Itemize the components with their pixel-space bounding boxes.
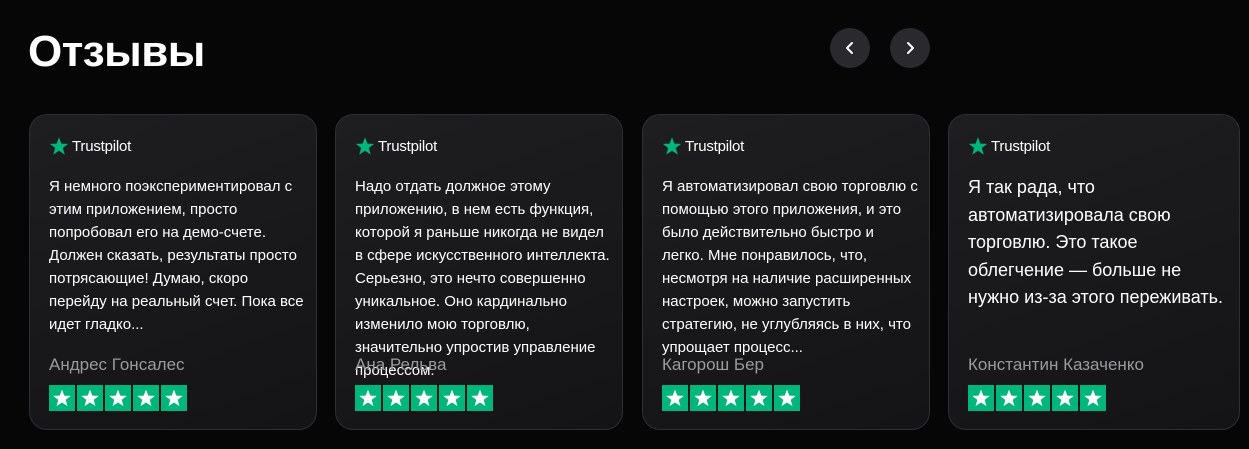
review-author: Кагорош Бер (662, 355, 764, 374)
trustpilot-label: Trustpilot (685, 137, 745, 155)
rating-star-icon (77, 385, 103, 411)
rating-star-icon (411, 385, 437, 411)
rating-star-icon (467, 385, 493, 411)
rating-star-icon (1052, 385, 1078, 411)
review-text: Я автоматизировал свою торговлю с помощь… (662, 178, 918, 356)
review-author: Андрес Гонсалес (49, 355, 185, 374)
rating-stars (49, 385, 187, 411)
trustpilot-star-icon (968, 137, 988, 155)
trustpilot-logo: Trustpilot (968, 135, 1050, 157)
review-text: Я немного поэкспериментировал с этим при… (49, 178, 304, 333)
rating-star-icon (383, 385, 409, 411)
carousel-next-button[interactable] (890, 28, 930, 68)
chevron-left-icon (846, 42, 853, 54)
rating-stars (968, 385, 1106, 411)
trustpilot-label: Trustpilot (991, 137, 1051, 155)
rating-star-icon (746, 385, 772, 411)
chevron-right-icon (907, 42, 914, 54)
review-card: Trustpilot Я автоматизировал свою торгов… (642, 114, 930, 430)
review-text: Я так рада, что автоматизировала свою то… (968, 177, 1223, 307)
review-author: Константин Казаченко (968, 355, 1144, 374)
review-card: Trustpilot Я так рада, что автоматизиров… (948, 114, 1240, 430)
rating-star-icon (105, 385, 131, 411)
rating-stars (355, 385, 493, 411)
rating-star-icon (718, 385, 744, 411)
review-text: Надо отдать должное этому приложению, в … (355, 178, 610, 379)
review-card: Trustpilot Я немного поэкспериментировал… (29, 114, 317, 430)
review-author: Ана Рельва (355, 355, 447, 374)
rating-stars (662, 385, 800, 411)
section-title: Отзывы (28, 27, 205, 76)
carousel-prev-button[interactable] (830, 28, 870, 68)
rating-star-icon (968, 385, 994, 411)
trustpilot-star-icon (355, 137, 375, 155)
rating-star-icon (690, 385, 716, 411)
rating-star-icon (133, 385, 159, 411)
rating-star-icon (161, 385, 187, 411)
trustpilot-logo: Trustpilot (49, 135, 131, 157)
rating-star-icon (355, 385, 381, 411)
rating-star-icon (49, 385, 75, 411)
trustpilot-label: Trustpilot (72, 137, 132, 155)
rating-star-icon (996, 385, 1022, 411)
review-card: Trustpilot Надо отдать должное этому при… (335, 114, 623, 430)
trustpilot-star-icon (662, 137, 682, 155)
rating-star-icon (1080, 385, 1106, 411)
rating-star-icon (662, 385, 688, 411)
trustpilot-star-icon (49, 137, 69, 155)
rating-star-icon (439, 385, 465, 411)
trustpilot-logo: Trustpilot (662, 135, 744, 157)
trustpilot-label: Trustpilot (378, 137, 438, 155)
reviews-section: Отзывы Trustpilot Я немного поэксперимен… (0, 0, 1249, 449)
rating-star-icon (774, 385, 800, 411)
trustpilot-logo: Trustpilot (355, 135, 437, 157)
rating-star-icon (1024, 385, 1050, 411)
